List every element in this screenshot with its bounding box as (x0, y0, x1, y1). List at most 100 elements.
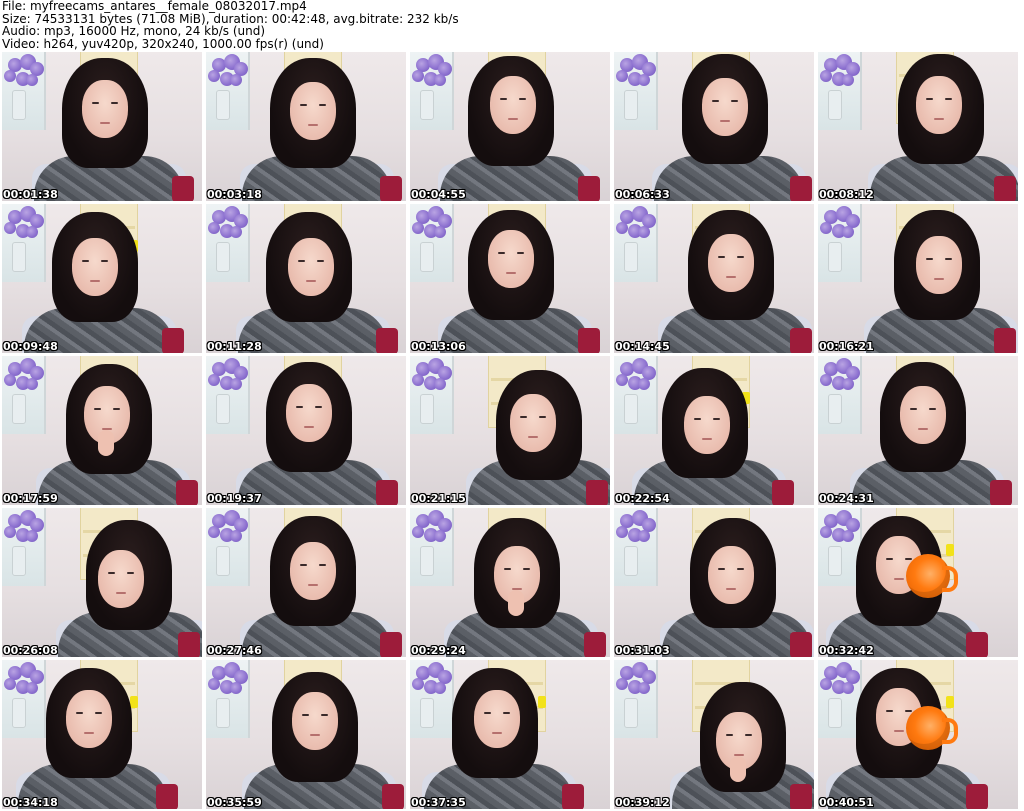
file-name-line: File: myfreecams_antares__female_0803201… (2, 0, 307, 13)
vase (216, 698, 230, 728)
video-thumbnail: 00:27:46 (206, 508, 406, 657)
mouth (492, 732, 502, 734)
face (474, 690, 520, 748)
face (488, 230, 534, 288)
red-chair (178, 632, 200, 657)
red-chair (176, 480, 198, 505)
flower-decoration (2, 510, 48, 550)
timestamp-label: 00:31:03 (615, 644, 670, 657)
right-eye (127, 572, 134, 574)
red-chair (966, 632, 988, 657)
timestamp-label: 00:11:28 (207, 340, 262, 353)
flower-decoration (2, 54, 48, 94)
mouth (100, 122, 110, 124)
timestamp-label: 00:06:33 (615, 188, 670, 201)
hand (508, 590, 524, 616)
left-eye (92, 102, 99, 104)
video-thumbnail: 00:09:48 (2, 204, 202, 353)
right-eye (905, 558, 912, 560)
video-thumbnail: 00:39:12 (614, 660, 814, 809)
mouth (894, 578, 904, 580)
mouth (726, 276, 736, 278)
left-eye (718, 568, 725, 570)
timestamp-label: 00:19:37 (207, 492, 262, 505)
timestamp-label: 00:17:59 (3, 492, 58, 505)
red-chair (380, 176, 402, 201)
mouth (918, 428, 928, 430)
mouth (308, 584, 318, 586)
video-thumbnail: 00:26:08 (2, 508, 202, 657)
vase (624, 546, 638, 576)
file-info-header: File: myfreecams_antares__female_0803201… (2, 0, 1022, 52)
yellow-object (538, 696, 546, 708)
right-eye (317, 260, 324, 262)
video-thumbnail: 00:04:55 (410, 52, 610, 201)
orange-cup (906, 554, 958, 598)
right-eye (731, 100, 738, 102)
timestamp-label: 00:35:59 (207, 796, 262, 809)
video-thumbnail: 00:08:12 (818, 52, 1018, 201)
face (490, 76, 536, 134)
face (916, 76, 962, 134)
mouth (310, 734, 320, 736)
timestamp-label: 00:21:15 (411, 492, 466, 505)
vase (828, 242, 842, 272)
flower-decoration (206, 206, 252, 246)
face (900, 386, 946, 444)
flower-decoration (410, 206, 456, 246)
left-eye (302, 714, 309, 716)
vase (12, 394, 26, 424)
video-thumbnail: 00:29:24 (410, 508, 610, 657)
orange-cup (906, 706, 958, 750)
face (702, 78, 748, 136)
flower-decoration (614, 510, 660, 550)
mouth (702, 438, 712, 440)
video-thumbnail: 00:03:18 (206, 52, 406, 201)
red-chair (562, 784, 584, 809)
timestamp-label: 00:37:35 (411, 796, 466, 809)
vase (12, 546, 26, 576)
left-eye (718, 256, 725, 258)
flower-decoration (614, 662, 660, 702)
left-eye (926, 258, 933, 260)
timestamp-label: 00:34:18 (3, 796, 58, 809)
face (290, 542, 336, 600)
right-eye (945, 258, 952, 260)
left-eye (726, 734, 733, 736)
right-eye (539, 416, 546, 418)
mouth (308, 124, 318, 126)
left-eye (926, 98, 933, 100)
mouth (84, 732, 94, 734)
vase (216, 394, 230, 424)
timestamp-label: 00:24:31 (819, 492, 874, 505)
left-eye (910, 408, 917, 410)
video-thumbnail: 00:21:15 (410, 356, 610, 505)
vase (624, 394, 638, 424)
mouth (720, 120, 730, 122)
red-chair (790, 176, 812, 201)
right-eye (737, 568, 744, 570)
mouth (116, 592, 126, 594)
right-eye (321, 714, 328, 716)
video-thumbnail: 00:13:06 (410, 204, 610, 353)
left-eye (694, 418, 701, 420)
red-chair (790, 784, 812, 809)
vase (420, 698, 434, 728)
vase (828, 698, 842, 728)
timestamp-label: 00:27:46 (207, 644, 262, 657)
red-chair (990, 480, 1012, 505)
flower-decoration (206, 54, 252, 94)
video-thumbnail: 00:37:35 (410, 660, 610, 809)
timestamp-label: 00:16:21 (819, 340, 874, 353)
thumbnail-grid: 00:01:38 00:03:18 00:04:55 00:06:33 00:0… (0, 52, 1024, 810)
hand (730, 756, 746, 782)
red-chair (162, 328, 184, 353)
audio-info-line: Audio: mp3, 16000 Hz, mono, 24 kb/s (und… (2, 24, 266, 38)
vase (624, 242, 638, 272)
timestamp-label: 00:22:54 (615, 492, 670, 505)
vase (12, 698, 26, 728)
hand (98, 430, 114, 456)
timestamp-label: 00:03:18 (207, 188, 262, 201)
red-chair (584, 632, 606, 657)
vase (420, 90, 434, 120)
